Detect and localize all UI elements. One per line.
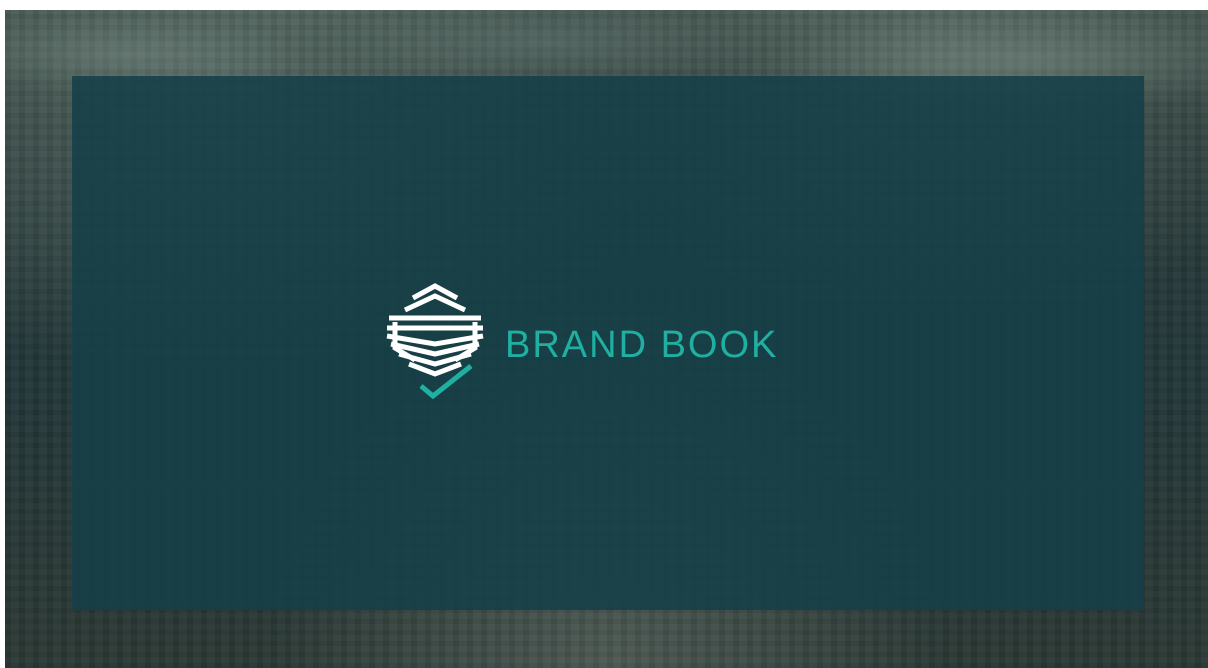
brand-lockup: BRAND BOOK <box>385 282 778 406</box>
brand-book-title: BRAND BOOK <box>505 323 779 366</box>
building-check-logo-icon <box>386 283 484 400</box>
slide-background: BRAND BOOK <box>5 10 1208 668</box>
